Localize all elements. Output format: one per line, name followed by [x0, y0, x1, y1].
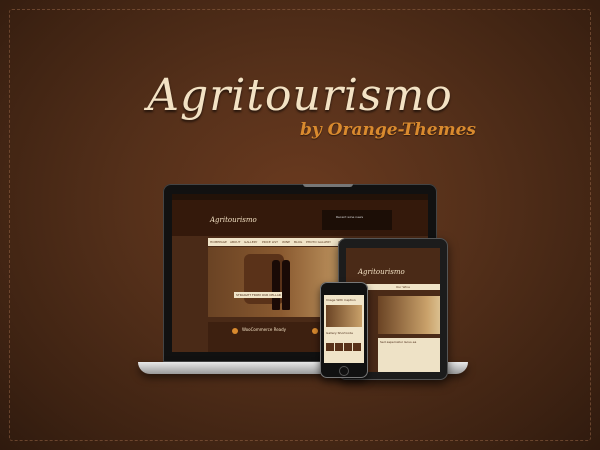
phone-device: Image With Caption Gallery Shortcode [320, 282, 368, 378]
phone-home-button[interactable] [339, 366, 349, 376]
nav-item-gallery[interactable]: GALLERY [244, 240, 257, 244]
hero-title: Agritourismo [147, 70, 453, 121]
tablet-feature-image [378, 296, 440, 334]
header-ad[interactable] [322, 210, 392, 230]
phone-gallery-label: Gallery Shortcode [326, 331, 353, 335]
feature-icon [312, 328, 318, 334]
phone-title: Image With Caption [326, 298, 356, 302]
nav-item-home[interactable]: HOMEPAGE [210, 240, 227, 244]
laptop-notch [303, 184, 353, 187]
tablet-site-logo[interactable]: Agritourismo [358, 268, 405, 276]
phone-thumbnails [326, 336, 362, 351]
nav-item-blog[interactable]: BLOG [294, 240, 302, 244]
slider-caption-text: STRAIGHT FROM OUR CELLAR [236, 293, 281, 297]
header-ad-text: Recent wine news [336, 215, 364, 219]
nav-item-about[interactable]: ABOUT [230, 240, 240, 244]
nav-item-photo-gallery[interactable]: PHOTO GALLERY [306, 240, 331, 244]
tablet-nav-label[interactable]: Our Wine [396, 285, 410, 289]
phone-screen: Image With Caption Gallery Shortcode [324, 295, 364, 363]
thumbnail[interactable] [353, 343, 361, 351]
hero-subtitle: by Orange-Themes [300, 120, 476, 140]
nav-item-price-list[interactable]: PRICE LIST [262, 240, 278, 244]
thumbnail[interactable] [335, 343, 343, 351]
wine-bottle-image [282, 260, 290, 310]
tablet-heading: Sed aspernatur lacus ea [380, 340, 417, 344]
nav-item-wine[interactable]: WINE [282, 240, 290, 244]
feature-woocommerce: WooCommerce Ready [242, 327, 287, 332]
thumbnail[interactable] [344, 343, 352, 351]
thumbnail[interactable] [326, 343, 334, 351]
phone-image [326, 305, 362, 327]
wine-bottle-image [272, 260, 280, 310]
feature-icon [232, 328, 238, 334]
site-logo[interactable]: Agritourismo [210, 216, 257, 224]
